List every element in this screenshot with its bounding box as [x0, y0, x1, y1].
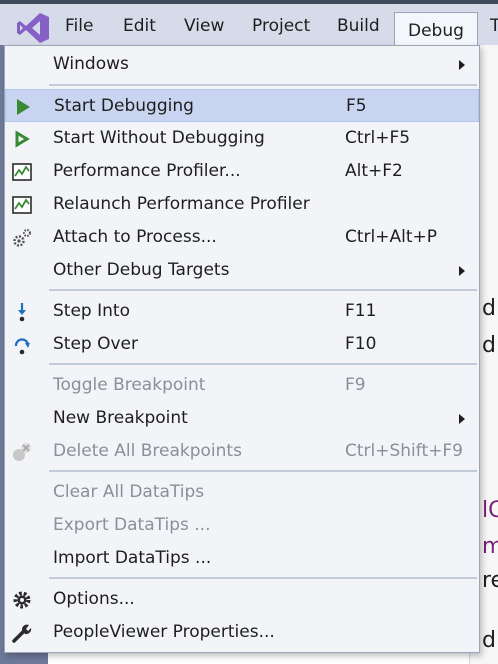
code-fragment: lC: [482, 498, 498, 523]
shortcut-label: Alt+F2: [345, 161, 403, 181]
menu-item-label: PeopleViewer Properties...: [53, 622, 275, 642]
shortcut-label: F10: [345, 334, 377, 354]
step-into-icon: [18, 303, 26, 322]
menu-tools[interactable]: T: [490, 8, 498, 45]
shortcut-label: F11: [345, 301, 377, 321]
menu-item-performance-profiler[interactable]: Performance Profiler... Alt+F2: [5, 155, 479, 188]
menu-item-delete-all-breakpoints[interactable]: Delete All Breakpoints Ctrl+Shift+F9: [5, 435, 479, 468]
menu-item-label: Attach to Process...: [53, 227, 217, 247]
code-fragment: d: [482, 628, 496, 653]
play-outline-icon: [15, 130, 30, 148]
menu-item-label: Other Debug Targets: [53, 260, 230, 280]
submenu-arrow-icon: [459, 60, 465, 70]
gears-icon: [13, 229, 31, 247]
shortcut-label: Ctrl+F5: [345, 128, 411, 148]
menu-item-label: Start Debugging: [54, 96, 194, 116]
submenu-arrow-icon: [459, 266, 465, 276]
menu-item-windows[interactable]: Windows: [5, 48, 479, 81]
menu-project[interactable]: Project: [252, 8, 310, 45]
menu-item-label: Options...: [53, 589, 135, 609]
submenu-arrow-icon: [459, 414, 465, 424]
menu-item-label: Relaunch Performance Profiler: [53, 194, 310, 214]
menu-item-label: Import DataTips ...: [53, 548, 212, 568]
menu-item-label: Windows: [53, 54, 129, 74]
menu-item-import-datatips[interactable]: Import DataTips ...: [5, 542, 479, 575]
menu-item-label: Delete All Breakpoints: [53, 441, 242, 461]
menu-item-label: Start Without Debugging: [53, 128, 265, 148]
breakpoints-icon: [13, 443, 31, 461]
menu-item-label: New Breakpoint: [53, 408, 188, 428]
shortcut-label: Ctrl+Shift+F9: [345, 441, 463, 461]
menu-item-step-over[interactable]: Step Over F10: [5, 328, 479, 361]
menu-item-properties[interactable]: PeopleViewer Properties...: [5, 616, 479, 649]
menu-item-relaunch-profiler[interactable]: Relaunch Performance Profiler: [5, 188, 479, 221]
code-fragment: re: [482, 568, 498, 593]
menu-item-label: Step Into: [53, 301, 130, 321]
menu-separator: [49, 289, 477, 291]
gear-icon: [13, 591, 31, 609]
menu-item-start-debugging[interactable]: Start Debugging F5: [5, 89, 479, 122]
menu-separator: [49, 363, 477, 365]
menu-item-other-debug-targets[interactable]: Other Debug Targets: [5, 254, 479, 287]
menu-item-clear-all-datatips[interactable]: Clear All DataTips: [5, 476, 479, 509]
menu-build[interactable]: Build: [337, 8, 380, 45]
menu-edit[interactable]: Edit: [123, 8, 156, 45]
shortcut-label: F9: [345, 375, 366, 395]
debug-menu: Windows Start Debugging F5 Start Without…: [4, 45, 480, 653]
shortcut-label: F5: [346, 96, 367, 116]
step-over-icon: [14, 338, 30, 355]
menu-item-toggle-breakpoint[interactable]: Toggle Breakpoint F9: [5, 369, 479, 402]
menu-item-label: Export DataTips ...: [53, 515, 211, 535]
menu-debug[interactable]: Debug: [394, 12, 478, 49]
play-icon: [17, 99, 30, 115]
menu-separator: [49, 577, 477, 579]
menu-item-attach-to-process[interactable]: Attach to Process... Ctrl+Alt+P: [5, 221, 479, 254]
menu-item-new-breakpoint[interactable]: New Breakpoint: [5, 402, 479, 435]
menu-item-label: Performance Profiler...: [53, 161, 241, 181]
menu-file[interactable]: File: [65, 8, 93, 45]
wrench-icon: [12, 624, 32, 643]
code-fragment: m: [482, 534, 498, 559]
menu-item-start-without-debugging[interactable]: Start Without Debugging Ctrl+F5: [5, 122, 479, 155]
code-fragment: d: [482, 333, 496, 358]
shortcut-label: Ctrl+Alt+P: [345, 227, 438, 247]
menu-separator: [49, 84, 477, 86]
menu-item-label: Clear All DataTips: [53, 482, 205, 502]
menu-item-options[interactable]: Options...: [5, 583, 479, 616]
menu-item-label: Step Over: [53, 334, 138, 354]
chart-icon: [12, 163, 32, 181]
visual-studio-logo-icon[interactable]: [16, 12, 50, 44]
menu-bar: File Edit View Project Build Debug T: [0, 0, 498, 49]
menu-item-step-into[interactable]: Step Into F11: [5, 295, 479, 328]
chart-icon: [12, 196, 32, 214]
code-fragment: d: [482, 296, 496, 321]
menu-item-label: Toggle Breakpoint: [53, 375, 206, 395]
menu-item-export-datatips[interactable]: Export DataTips ...: [5, 509, 479, 542]
menu-separator: [49, 470, 477, 472]
menu-view[interactable]: View: [184, 8, 224, 45]
